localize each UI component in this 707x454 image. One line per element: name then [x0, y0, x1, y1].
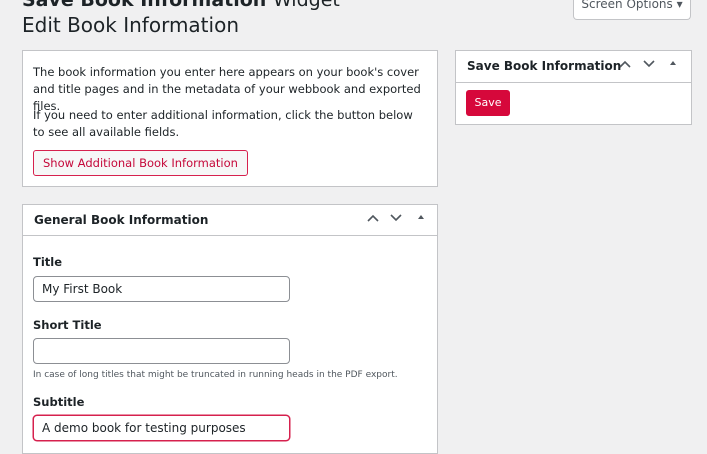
short-title-help: In case of long titles that might be tru… — [33, 370, 398, 380]
move-down-icon[interactable] — [390, 212, 402, 226]
widget-heading-suffix: Widget — [272, 0, 340, 11]
general-book-info-box: General Book Information Title My First … — [22, 204, 438, 454]
general-box-header: General Book Information — [23, 205, 437, 236]
collapse-toggle-icon[interactable] — [669, 57, 677, 71]
save-box-title: Save Book Information — [467, 59, 622, 73]
move-down-icon[interactable] — [643, 58, 655, 72]
title-label: Title — [33, 255, 63, 269]
move-up-icon[interactable] — [619, 58, 631, 72]
title-input[interactable]: My First Book — [33, 276, 290, 302]
short-title-label: Short Title — [33, 318, 102, 332]
widget-heading-bold: Save Book Information — [22, 0, 267, 11]
screen-options-button[interactable]: Screen Options ▾ — [573, 0, 691, 20]
short-title-input[interactable] — [33, 338, 290, 364]
intro-box: The book information you enter here appe… — [22, 50, 438, 187]
page-title: Edit Book Information — [22, 13, 239, 37]
show-additional-info-button[interactable]: Show Additional Book Information — [33, 150, 248, 176]
subtitle-label: Subtitle — [33, 395, 85, 409]
screen-options-label: Screen Options ▾ — [581, 0, 683, 11]
general-box-title: General Book Information — [34, 213, 209, 227]
move-up-icon[interactable] — [367, 212, 379, 226]
collapse-toggle-icon[interactable] — [417, 211, 425, 225]
widget-heading: Save Book Information Widget — [22, 0, 340, 11]
save-button[interactable]: Save — [466, 90, 510, 116]
intro-additional-text: If you need to enter additional informat… — [33, 108, 413, 139]
save-book-info-box: Save Book Information Save — [455, 50, 692, 125]
save-box-header: Save Book Information — [456, 51, 691, 83]
subtitle-input[interactable]: A demo book for testing purposes — [33, 415, 290, 441]
